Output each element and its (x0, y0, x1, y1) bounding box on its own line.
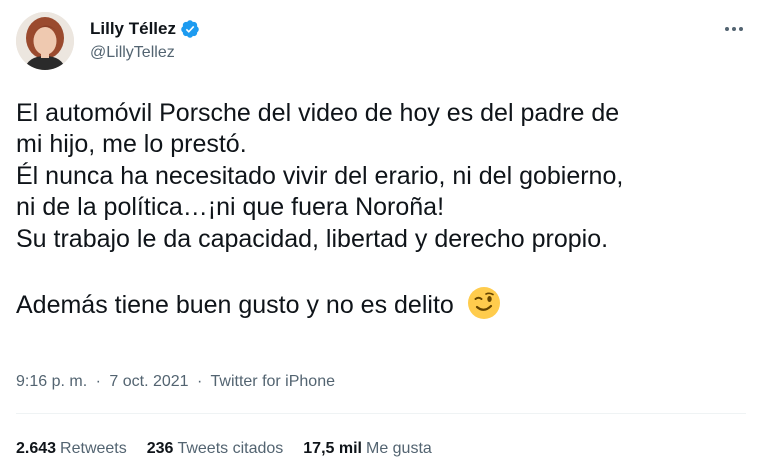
avatar[interactable] (16, 12, 74, 70)
tweet-line: mi hijo, me lo prestó. (16, 130, 247, 159)
more-options-button[interactable] (718, 16, 750, 42)
quote-tweets-count: 236 (146, 440, 174, 457)
author-name[interactable]: Lilly Téllez (90, 19, 176, 39)
quote-tweets-stat[interactable]: 236 Tweets citados (147, 440, 284, 458)
verified-badge-icon (180, 19, 200, 39)
meta-separator: · (197, 373, 203, 390)
tweet-line: El automóvil Porsche del video de hoy es… (16, 99, 620, 127)
author-block: Lilly Téllez @LillyTellez (90, 18, 200, 62)
tweet-line-last: Además tiene buen gusto y no es delito (16, 286, 752, 321)
quote-tweets-label: Tweets citados (177, 440, 284, 457)
tweet-line-text: Además tiene buen gusto y no es delito (16, 291, 454, 320)
tweet-line: Su trabajo le da capacidad, libertad y d… (16, 224, 609, 253)
paragraph-break (16, 255, 752, 286)
likes-stat[interactable]: 17,5 mil Me gusta (303, 440, 432, 458)
retweets-count: 2.643 (16, 440, 57, 457)
tweet-source-link[interactable]: Twitter for iPhone (211, 373, 336, 390)
tweet-text: El automóvil Porsche del video de hoy es… (16, 98, 752, 322)
tweet-date[interactable]: 7 oct. 2021 (109, 373, 188, 390)
divider (16, 413, 746, 414)
winking-face-icon (467, 286, 501, 320)
retweets-label: Retweets (60, 440, 127, 457)
tweet-line: Él nunca ha necesitado vivir del erario,… (16, 161, 624, 190)
author-handle[interactable]: @LillyTellez (90, 44, 200, 62)
author-name-row: Lilly Téllez (90, 18, 200, 40)
engagement-stats: 2.643 Retweets 236 Tweets citados 17,5 m… (16, 440, 452, 458)
tweet-card: Lilly Téllez @LillyTellez El automóvil P… (0, 0, 768, 476)
likes-count: 17,5 mil (303, 440, 362, 457)
retweets-stat[interactable]: 2.643 Retweets (16, 440, 127, 458)
tweet-line: ni de la política…¡ni que fuera Noroña! (16, 193, 445, 222)
more-horizontal-icon (725, 27, 743, 31)
tweet-time[interactable]: 9:16 p. m. (16, 373, 87, 390)
meta-separator: · (95, 373, 101, 390)
tweet-metadata: 9:16 p. m. · 7 oct. 2021 · Twitter for i… (16, 373, 335, 391)
likes-label: Me gusta (365, 440, 432, 457)
tweet-header: Lilly Téllez @LillyTellez (16, 12, 752, 76)
